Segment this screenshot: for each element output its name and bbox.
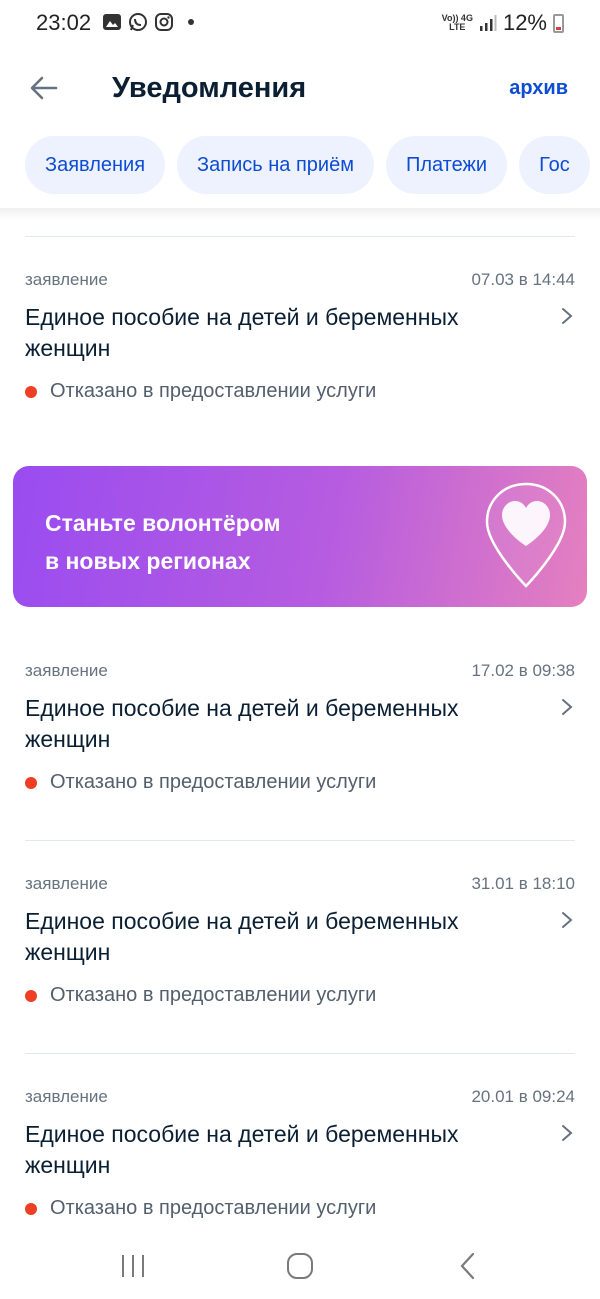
whatsapp-icon — [129, 13, 147, 31]
notification-status-text: Отказано в предоставлении услуги — [50, 771, 377, 793]
archive-link[interactable]: архив — [509, 77, 568, 100]
chip-applications[interactable]: Заявления — [25, 136, 166, 194]
network-type: Vo)) 4G LTE — [441, 13, 473, 32]
notification-status: Отказано в предоставлении услуги — [25, 380, 376, 403]
notification-item[interactable]: заявление 17.02 в 09:38 Единое пособие н… — [0, 661, 600, 811]
notification-title: Единое пособие на детей и беременных жен… — [25, 695, 459, 752]
status-red-dot — [25, 385, 37, 398]
filter-chips: Заявления Запись на приём Платежи Гос — [25, 136, 590, 194]
status-bar: 23:02 Vo)) 4G LTE 12% — [0, 0, 600, 48]
chip-appointments[interactable]: Запись на приём — [177, 136, 374, 194]
notification-type: заявление — [25, 661, 108, 680]
heart-pin-icon — [485, 482, 567, 588]
notification-title: Единое пособие на детей и беременных жен… — [25, 908, 459, 965]
arrow-left-icon[interactable] — [26, 70, 62, 106]
promo-text: Станьте волонтёром в новых регионах — [45, 504, 281, 580]
app-header: Уведомления архив — [0, 48, 600, 130]
promo-line-1: Станьте волонтёром — [45, 510, 281, 536]
status-red-dot — [25, 989, 37, 1002]
notification-title: Единое пособие на детей и беременных жен… — [25, 304, 459, 361]
notification-type: заявление — [25, 1087, 108, 1106]
divider — [25, 1053, 575, 1054]
notification-item[interactable]: заявление 31.01 в 18:10 Единое пособие н… — [0, 874, 600, 1024]
gallery-icon — [103, 14, 121, 30]
battery-icon — [553, 13, 564, 33]
recent-apps-icon[interactable] — [113, 1248, 153, 1284]
notification-status-text: Отказано в предоставлении услуги — [50, 1197, 377, 1219]
divider — [25, 840, 575, 841]
notification-title: Единое пособие на детей и беременных жен… — [25, 1121, 459, 1178]
chevron-right-icon — [562, 308, 573, 324]
status-red-dot — [25, 1202, 37, 1215]
notification-type: заявление — [25, 270, 108, 289]
instagram-icon — [155, 13, 173, 31]
notification-item[interactable]: заявление 20.01 в 09:24 Единое пособие н… — [0, 1087, 600, 1232]
status-red-dot — [25, 776, 37, 789]
chevron-right-icon — [562, 699, 573, 715]
divider — [25, 236, 575, 237]
status-time: 23:02 — [36, 10, 92, 35]
system-nav-bar — [0, 1232, 600, 1299]
chevron-right-icon — [562, 912, 573, 928]
notification-date: 17.02 в 09:38 — [471, 661, 575, 680]
notification-item[interactable]: заявление 07.03 в 14:44 Единое пособие н… — [0, 270, 600, 420]
chevron-right-icon — [562, 1125, 573, 1141]
notification-date: 31.01 в 18:10 — [471, 874, 575, 893]
notification-date: 07.03 в 14:44 — [471, 270, 575, 289]
chip-payments[interactable]: Платежи — [385, 136, 508, 194]
promo-line-2: в новых регионах — [45, 548, 251, 574]
nav-back-icon[interactable] — [448, 1248, 488, 1284]
notification-date: 20.01 в 09:24 — [471, 1087, 575, 1106]
notification-icons — [102, 12, 194, 32]
battery-percent: 12% — [502, 10, 547, 35]
notification-type: заявление — [25, 874, 108, 893]
volunteer-promo-banner[interactable]: Станьте волонтёром в новых регионах — [13, 466, 587, 607]
notification-status: Отказано в предоставлении услуги — [25, 771, 376, 794]
page-title: Уведомления — [112, 72, 307, 104]
signal-icon — [479, 15, 497, 31]
notification-status: Отказано в предоставлении услуги — [25, 984, 376, 1007]
home-icon[interactable] — [280, 1248, 320, 1284]
chip-government[interactable]: Гос — [519, 136, 590, 194]
notification-status-text: Отказано в предоставлении услуги — [50, 984, 377, 1006]
more-notifications-dot — [188, 19, 194, 25]
system-status: Vo)) 4G LTE 12% — [442, 10, 564, 36]
chips-shadow — [0, 208, 600, 220]
notification-status-text: Отказано в предоставлении услуги — [50, 380, 377, 402]
notification-status: Отказано в предоставлении услуги — [25, 1197, 376, 1220]
